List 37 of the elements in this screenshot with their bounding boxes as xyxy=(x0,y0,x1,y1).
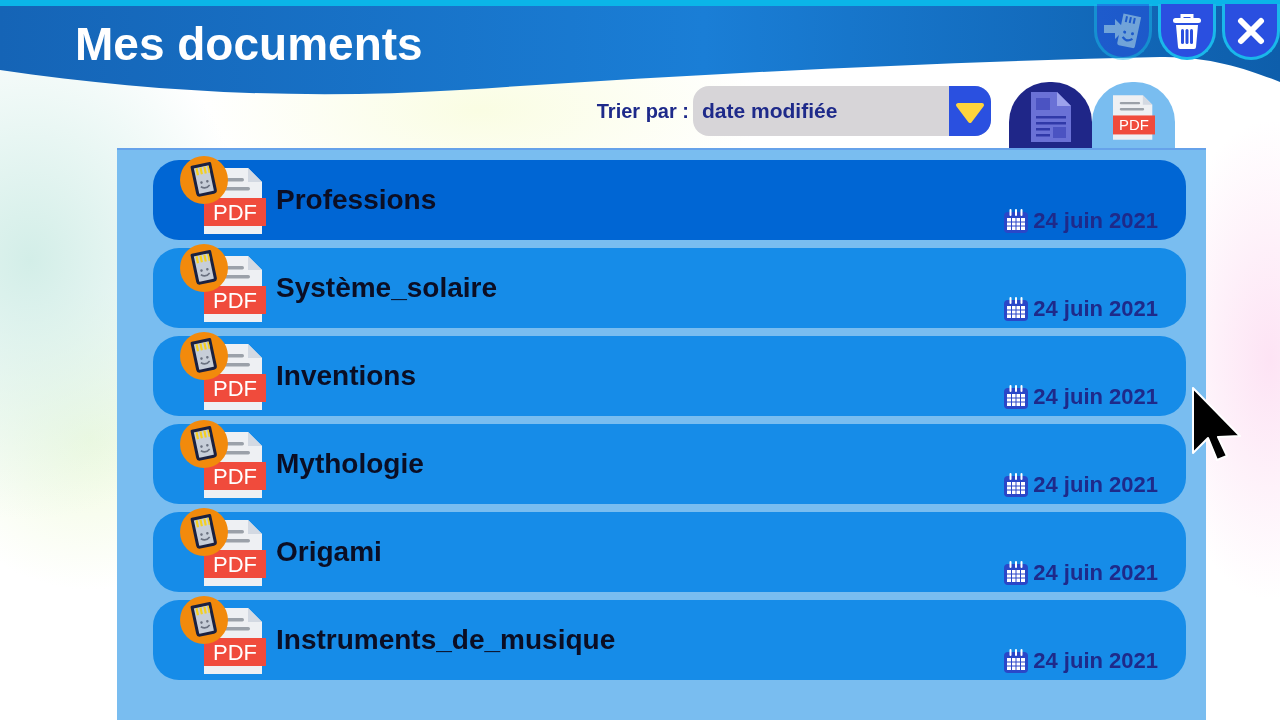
document-name: Système_solaire xyxy=(276,271,498,305)
calendar-icon xyxy=(1003,648,1030,674)
cursor-icon xyxy=(1192,387,1242,462)
page-title: Mes documents xyxy=(75,17,423,72)
modified-date: 24 juin 2021 xyxy=(1033,384,1158,410)
modified-date: 24 juin 2021 xyxy=(1033,648,1158,674)
calendar-icon xyxy=(1003,384,1030,410)
close-icon xyxy=(1237,16,1265,45)
document-name: Inventions xyxy=(276,359,416,393)
memory-card-badge-icon xyxy=(180,596,228,644)
calendar-icon xyxy=(1003,208,1030,234)
caret-icon xyxy=(949,86,991,136)
memory-card-badge-icon xyxy=(180,244,228,292)
memory-card-badge-icon xyxy=(180,332,228,380)
document-icon xyxy=(1029,92,1072,142)
modified-date: 24 juin 2021 xyxy=(1033,296,1158,322)
sort-label: Trier par : xyxy=(596,99,689,124)
modified-date: 24 juin 2021 xyxy=(1033,208,1158,234)
calendar-icon xyxy=(1003,296,1030,322)
memory-card-badge-icon xyxy=(180,508,228,556)
delete-button[interactable] xyxy=(1158,4,1216,60)
calendar-icon xyxy=(1003,560,1030,586)
document-name: Mythologie xyxy=(276,447,424,481)
document-name: Origami xyxy=(276,535,382,569)
memory-card-badge-icon xyxy=(180,156,228,204)
document-name: Professions xyxy=(276,183,437,217)
memory-card-badge-icon xyxy=(180,420,228,468)
calendar-icon xyxy=(1003,472,1030,498)
filter-tab[interactable]: PDF xyxy=(1092,82,1175,148)
modified-date: 24 juin 2021 xyxy=(1033,560,1158,586)
modified-date: 24 juin 2021 xyxy=(1033,472,1158,498)
pdf-file-icon: PDF xyxy=(1112,94,1155,140)
sort-dropdown[interactable]: date modifiée xyxy=(693,86,991,136)
filter-tab[interactable] xyxy=(1009,82,1092,148)
document-name: Instruments_de_musique xyxy=(276,623,616,657)
close-button[interactable] xyxy=(1222,4,1280,60)
trash-icon xyxy=(1171,12,1203,49)
